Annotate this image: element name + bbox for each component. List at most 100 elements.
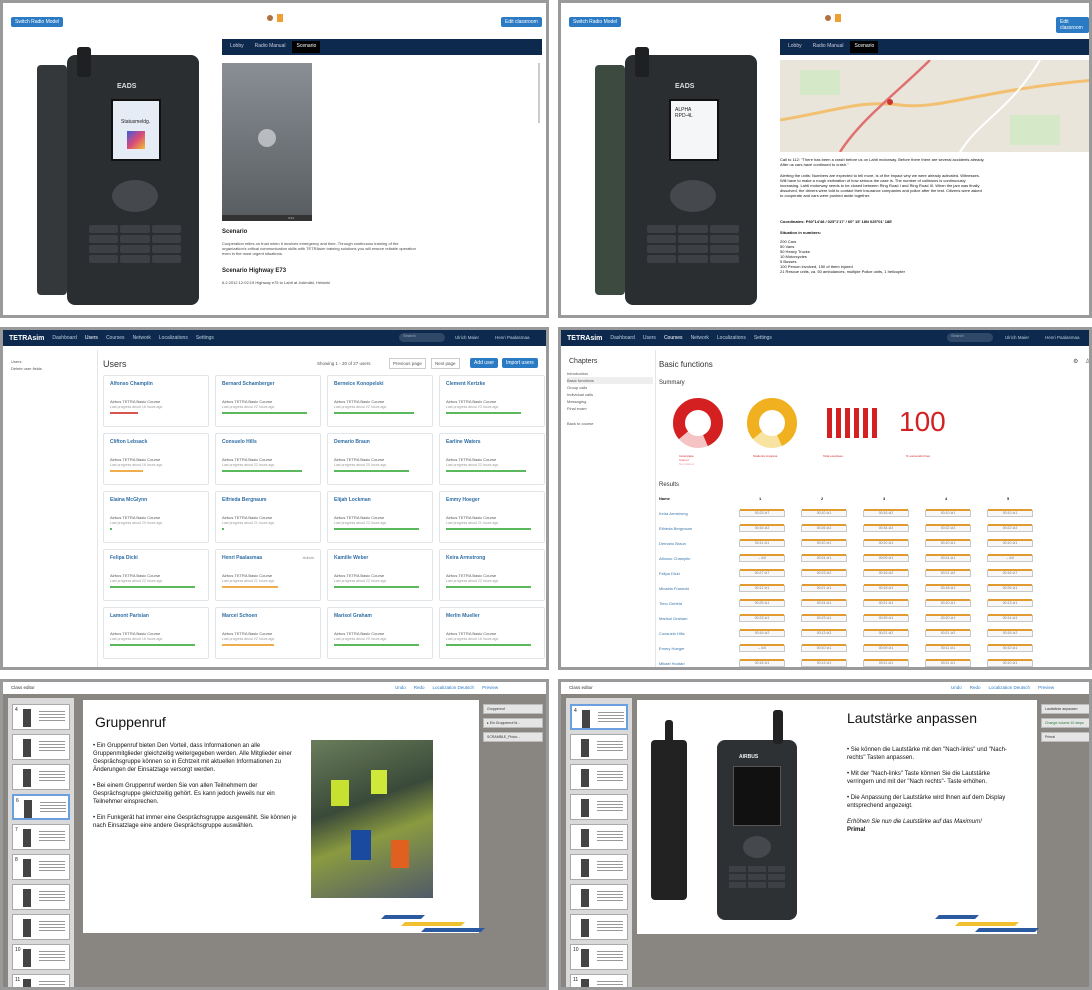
slide-thumbnail[interactable] [12, 914, 70, 940]
result-cell[interactable]: 00:16 ⊘1 [739, 659, 785, 667]
result-cell[interactable]: 00:16 ⊘2 [739, 629, 785, 637]
slide-thumbnail[interactable] [570, 734, 628, 760]
result-cell[interactable]: 00:14 ⊘1 [987, 614, 1033, 622]
bullet-text[interactable]: • Ein Funkgerät hat immer eine Gesprächs… [93, 814, 303, 830]
slide-thumbnail[interactable]: 11 [570, 974, 628, 987]
user-card[interactable]: Elijah Lockman Airbus TETRA Basic Course L… [327, 491, 433, 543]
user-name-link[interactable]: Berneice Konopelski [334, 381, 383, 387]
bullet-text[interactable]: • Die Anpassung der Lautstärke wird Ihne… [847, 794, 1007, 810]
result-row-name[interactable]: Demario Braun [659, 541, 686, 546]
result-cell[interactable]: 00:10 ⊘1 [987, 539, 1033, 547]
scenario-map[interactable] [780, 60, 1089, 152]
chapter-link[interactable]: Group calls [567, 384, 653, 391]
result-cell[interactable]: 00:23 ⊘1 [801, 614, 847, 622]
result-cell[interactable]: 00:10 ⊘1 [801, 509, 847, 517]
slide-element-title[interactable]: Lautstärke anpassen [1041, 704, 1089, 714]
result-cell[interactable]: – ⊘0 [739, 554, 785, 562]
nav-settings[interactable]: Settings [196, 335, 214, 341]
result-cell[interactable]: 00:10 ⊘1 [987, 644, 1033, 652]
nav-localizations[interactable]: Localizations [159, 335, 188, 341]
slide-thumbnail[interactable]: 7 [12, 824, 70, 850]
nav-dashboard[interactable]: Dashboard [610, 335, 634, 341]
user-card[interactable]: Marcel Schoen Airbus TETRA Basic Course La… [215, 607, 321, 659]
result-cell[interactable]: 00:18 ⊘1 [863, 584, 909, 592]
result-cell[interactable]: 00:16 ⊘2 [739, 524, 785, 532]
localization-select[interactable]: Localization Deutsch [433, 685, 475, 690]
result-cell[interactable]: 00:23 ⊘2 [801, 569, 847, 577]
bullet-text[interactable]: • Ein Gruppenruf bieten Den Vorteil, das… [93, 742, 303, 774]
chapter-link[interactable]: Messaging [567, 398, 653, 405]
radio-keypad[interactable] [89, 225, 181, 263]
user-name-link[interactable]: Bernard Schamberger [222, 381, 275, 387]
result-row-name[interactable]: Keira Armstrong [659, 511, 688, 516]
result-cell[interactable]: 00:21 ⊘2 [863, 629, 909, 637]
result-cell[interactable]: 00:10 ⊘1 [801, 539, 847, 547]
side-link-delete-fields[interactable]: Delete user fields [11, 365, 42, 372]
nav-users[interactable]: Users [85, 335, 98, 341]
slide-thumbnail[interactable]: 4 [570, 704, 628, 730]
user-name-link[interactable]: Felipa Dicki [110, 555, 138, 561]
user-name-link[interactable]: Henri Paalasmaa [222, 555, 262, 561]
result-cell[interactable]: 00:10 ⊘1 [925, 599, 971, 607]
chapter-link-active[interactable]: Basic functions [567, 377, 653, 384]
user-name-link[interactable]: Lamont Parisian [110, 613, 149, 619]
slide-thumbnail[interactable]: 11 [12, 974, 70, 987]
tab-scenario[interactable]: Scenario [292, 41, 321, 53]
scenario-video[interactable]: 2:21 [222, 63, 312, 221]
result-row-name[interactable]: Emmy Hoeger [659, 646, 685, 651]
result-cell[interactable]: 00:13 ⊘1 [801, 659, 847, 667]
user-name-link[interactable]: Marcel Schoen [222, 613, 257, 619]
chapter-link[interactable]: Introduction [567, 370, 653, 377]
redo-button[interactable]: Redo [970, 685, 981, 690]
user-card[interactable]: Elfrieda Bergnaum Airbus TETRA Basic Cour… [215, 491, 321, 543]
slide-thumbnail[interactable] [570, 914, 628, 940]
nav-network[interactable]: Network [133, 335, 151, 341]
result-cell[interactable]: 00:24 ⊘1 [801, 554, 847, 562]
slide-thumbnail[interactable] [12, 734, 70, 760]
result-row-name[interactable]: Felipa Dicki [659, 571, 680, 576]
brand-logo[interactable]: TETRAsim [9, 335, 44, 342]
preview-button[interactable]: Preview [1038, 685, 1054, 690]
result-cell[interactable]: 00:22 ⊘2 [925, 524, 971, 532]
play-icon[interactable] [258, 129, 276, 147]
switch-radio-button[interactable]: Switch Radio Model [11, 17, 64, 27]
nav-users[interactable]: Users [643, 335, 656, 341]
tab-scenario[interactable]: Scenario [850, 41, 879, 53]
slide-thumbnail-list[interactable]: 4 6 7 8 10 11 [8, 698, 74, 987]
user-card[interactable]: Berneice Konopelski Airbus TETRA Basic Co… [327, 375, 433, 427]
user-card[interactable]: Alfonso Champlin Airbus TETRA Basic Cours… [103, 375, 209, 427]
result-cell[interactable]: 00:27 ⊘7 [739, 569, 785, 577]
user-card[interactable]: Elaina McGlynn Airbus TETRA Basic Course L… [103, 491, 209, 543]
user-name-link[interactable]: Merlin Mueller [446, 613, 480, 619]
user-card[interactable]: Kamille Weber Airbus TETRA Basic Course La… [327, 549, 433, 601]
result-cell[interactable]: 00:13 ⊘2 [801, 629, 847, 637]
result-row-name[interactable]: Alfonso Champlin [659, 556, 690, 561]
user-name-link[interactable]: Emmy Hoeger [446, 497, 480, 503]
slide-title[interactable]: Gruppenruf [95, 714, 166, 730]
bullet-text[interactable]: • Sie können die Lautstärke mit den "Nac… [847, 746, 1007, 762]
nav-localizations[interactable]: Localizations [717, 335, 746, 341]
localization-select[interactable]: Localization Deutsch [989, 685, 1031, 690]
tab-radio-manual[interactable]: Radio Manual [251, 41, 290, 53]
result-row-name[interactable]: Elfrieda Bergnaum [659, 526, 692, 531]
tab-radio-manual[interactable]: Radio Manual [809, 41, 848, 53]
result-cell[interactable]: 00:22 ⊘2 [987, 524, 1033, 532]
result-row-name[interactable]: Marisol Graham [659, 616, 687, 621]
nav-courses[interactable]: Courses [664, 335, 683, 341]
result-cell[interactable]: 00:25 ⊘1 [987, 584, 1033, 592]
feedback-text[interactable]: Prima! [847, 826, 1007, 834]
nav-profile-menu[interactable]: Henri Paalasmaa [1045, 335, 1080, 340]
slide-bullets[interactable]: • Sie können die Lautstärke mit den "Nac… [847, 746, 1007, 834]
user-card[interactable]: Consuelo Hills Airbus TETRA Basic Course L… [215, 433, 321, 485]
user-card[interactable]: Lamont Parisian Airbus TETRA Basic Course… [103, 607, 209, 659]
user-icon[interactable]: ♙ [1085, 358, 1089, 365]
user-card[interactable]: Demario Braun Airbus TETRA Basic Course La… [327, 433, 433, 485]
search-input[interactable]: Search [947, 333, 993, 342]
edit-classroom-button[interactable]: Edit classroom [1056, 17, 1089, 33]
user-name-link[interactable]: Earline Waters [446, 439, 481, 445]
user-name-link[interactable]: Elfrieda Bergnaum [222, 497, 266, 503]
user-card[interactable]: Henri Paalasmaa Airbus TETRA Basic Course… [215, 549, 321, 601]
radio-side-image[interactable] [651, 720, 687, 900]
result-cell[interactable]: 00:23 ⊘7 [739, 509, 785, 517]
slide-thumbnail[interactable] [570, 884, 628, 910]
